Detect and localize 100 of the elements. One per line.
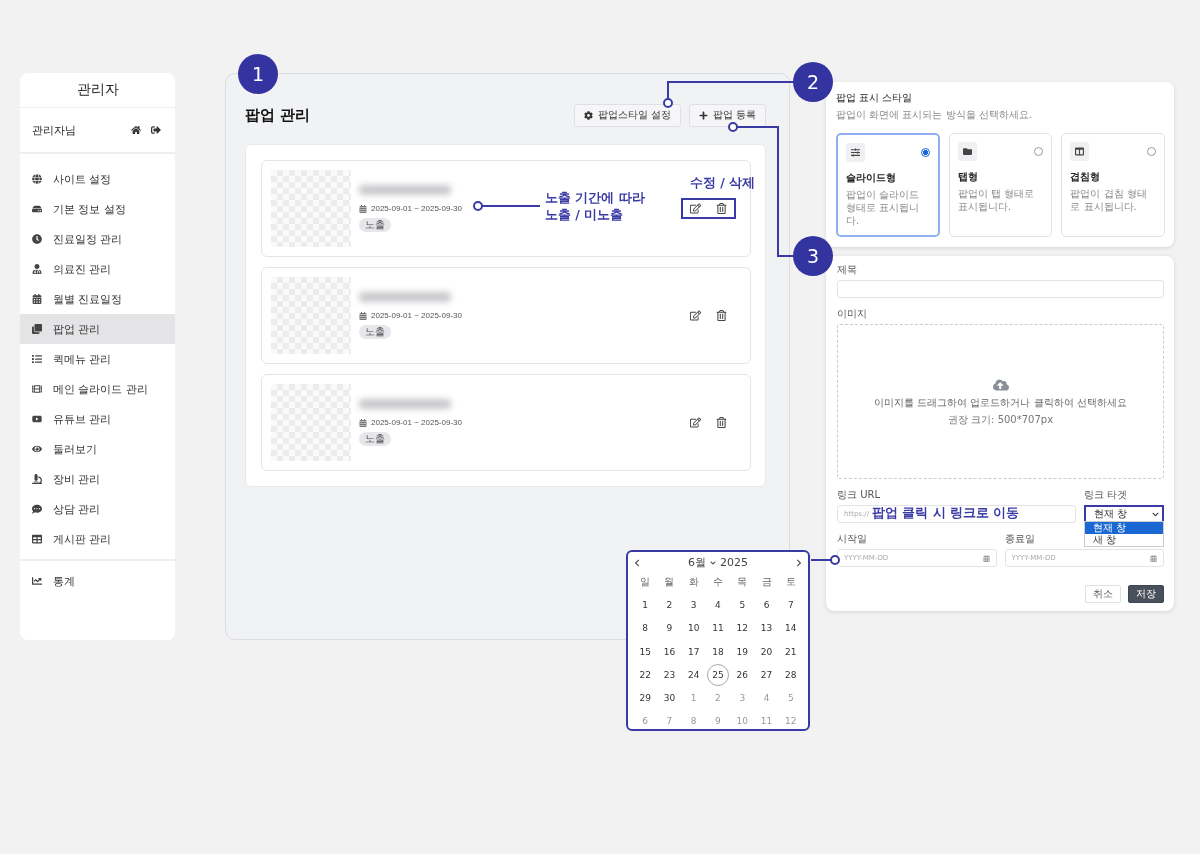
- field-label: 링크 타겟: [1084, 488, 1128, 502]
- calendar-day[interactable]: 8: [634, 617, 657, 640]
- weekday-label: 수: [713, 574, 723, 589]
- status-tag: 노출: [359, 325, 391, 339]
- calendar-day[interactable]: 24: [682, 663, 705, 686]
- nav-item[interactable]: 퀵메뉴 관리: [20, 344, 175, 374]
- edit-button[interactable]: [690, 203, 701, 214]
- calendar-day[interactable]: 21: [779, 640, 802, 663]
- calendar-day[interactable]: 28: [779, 663, 802, 686]
- calendar-day[interactable]: 30: [658, 687, 681, 710]
- page-title: 팝업 관리: [245, 105, 312, 125]
- radio-button[interactable]: [920, 148, 930, 157]
- title-field[interactable]: [837, 280, 1164, 298]
- select-value: 현재 창: [1094, 507, 1128, 521]
- calendar-icon: [982, 554, 990, 562]
- delete-button[interactable]: [716, 310, 727, 321]
- home-icon[interactable]: [131, 125, 141, 135]
- month-year-selector[interactable]: 6월 2025: [688, 555, 748, 570]
- nav-item[interactable]: 상담 관리: [20, 494, 175, 524]
- eye-icon: [32, 444, 42, 454]
- nav-item[interactable]: 게시판 관리: [20, 524, 175, 554]
- date-text: 2025-09-01 ~ 2025-09-30: [371, 311, 462, 320]
- delete-button[interactable]: [716, 203, 727, 214]
- table-icon: [32, 534, 42, 544]
- film-icon: [32, 384, 42, 394]
- calendar-day[interactable]: 16: [658, 640, 681, 663]
- style-option[interactable]: 겹침형 팝업이 겹침 형태로 표시됩니다.: [1061, 133, 1165, 237]
- folder-icon: [957, 142, 977, 161]
- option-name: 슬라이드형: [846, 171, 897, 185]
- nav-item[interactable]: 사이트 설정: [20, 164, 175, 194]
- radio-button[interactable]: [1034, 147, 1044, 156]
- nav-item[interactable]: 팝업 관리: [20, 314, 175, 344]
- style-settings-button[interactable]: 팝업스타일 설정: [573, 103, 681, 127]
- calendar-day[interactable]: 13: [755, 617, 778, 640]
- edit-button[interactable]: [690, 417, 701, 428]
- calendar-day[interactable]: 9: [658, 617, 681, 640]
- date-text: 2025-09-01 ~ 2025-09-30: [371, 418, 462, 427]
- delete-button[interactable]: [716, 417, 727, 428]
- option-description: 팝업이 슬라이드 형태로 표시됩니다.: [846, 188, 921, 227]
- weekday-label: 토: [785, 574, 796, 589]
- radio-button[interactable]: [1147, 147, 1156, 156]
- drive-icon: [32, 204, 42, 214]
- nav-item[interactable]: 의료진 관리: [20, 254, 175, 284]
- calendar-day[interactable]: 22: [634, 663, 657, 686]
- add-popup-button[interactable]: 팝업 등록: [688, 103, 766, 127]
- user-name: 관리자님: [32, 122, 77, 138]
- calendar-day[interactable]: 6: [755, 593, 778, 616]
- nav-item[interactable]: 둘러보기: [20, 434, 175, 464]
- style-option[interactable]: 슬라이드형 팝업이 슬라이드 형태로 표시됩니다.: [836, 133, 940, 237]
- calendar-icon: [359, 311, 367, 320]
- calendar-day[interactable]: 3: [682, 593, 705, 616]
- calendar-day[interactable]: 17: [682, 640, 705, 663]
- upload-icon: [992, 376, 1009, 393]
- image-dropzone[interactable]: 이미지를 드래그하여 업로드하거나 클릭하여 선택하세요 권장 크기: 500*707px: [837, 324, 1164, 479]
- nav-item[interactable]: 통계: [20, 566, 175, 596]
- logout-icon[interactable]: [151, 125, 161, 135]
- status-tag: 노출: [359, 218, 391, 232]
- calendar-day[interactable]: 15: [634, 640, 657, 663]
- calendar-day[interactable]: 29: [634, 687, 657, 710]
- chart-icon: [32, 576, 42, 586]
- calendar-day[interactable]: 10: [682, 617, 705, 640]
- calendar-day[interactable]: 5: [731, 593, 754, 616]
- calendar-day[interactable]: 14: [779, 617, 802, 640]
- calendar-day[interactable]: 7: [779, 593, 802, 616]
- calendar-day[interactable]: 18: [707, 640, 729, 663]
- option-description: 팝업이 탭 형태로 표시됩니다.: [957, 187, 1035, 213]
- nav-item[interactable]: 장비 관리: [20, 464, 175, 494]
- nav-item[interactable]: 기본 정보 설정: [20, 194, 175, 224]
- step-badge: 2: [793, 62, 833, 102]
- leader-line: [473, 201, 541, 211]
- dropdown-option[interactable]: 현재 창: [1085, 522, 1163, 534]
- nav-item[interactable]: 유튜브 관리: [20, 404, 175, 434]
- chat-icon: [32, 504, 42, 514]
- calendar-day[interactable]: 19: [731, 640, 754, 663]
- field-label: 링크 URL: [837, 488, 881, 502]
- panel-description: 팝업이 화면에 표시되는 방식을 선택하세요.: [836, 108, 1033, 122]
- save-button[interactable]: 저장: [1128, 585, 1164, 603]
- option-name: 겹침형: [1070, 170, 1102, 184]
- next-month-button[interactable]: [795, 558, 803, 567]
- nav-item[interactable]: 진료일정 관리: [20, 224, 175, 254]
- clock-icon: [32, 234, 42, 244]
- calendar-day[interactable]: 26: [731, 663, 754, 686]
- cancel-button[interactable]: 취소: [1085, 585, 1121, 603]
- style-option[interactable]: 탭형 팝업이 탭 형태로 표시됩니다.: [948, 133, 1053, 237]
- nav-item[interactable]: 메인 슬라이드 관리: [20, 374, 175, 404]
- edit-button[interactable]: [690, 310, 701, 321]
- calendar-day[interactable]: 20: [755, 640, 778, 663]
- calendar-day[interactable]: 11: [707, 617, 729, 640]
- field-label: 제목: [837, 263, 857, 277]
- sliders-icon: [846, 143, 865, 162]
- nav-item[interactable]: 월별 진료일정: [20, 284, 175, 314]
- calendar-day[interactable]: 12: [731, 617, 754, 640]
- calendar-day[interactable]: 2: [658, 593, 681, 616]
- calendar-day[interactable]: 1: [634, 593, 657, 616]
- field-label: 시작일: [837, 532, 867, 546]
- weekday-label: 일: [640, 574, 651, 589]
- previous-month-button[interactable]: [633, 558, 641, 567]
- calendar-day[interactable]: 23: [658, 663, 681, 686]
- calendar-day[interactable]: 27: [755, 663, 778, 686]
- calendar-day[interactable]: 4: [707, 593, 729, 616]
